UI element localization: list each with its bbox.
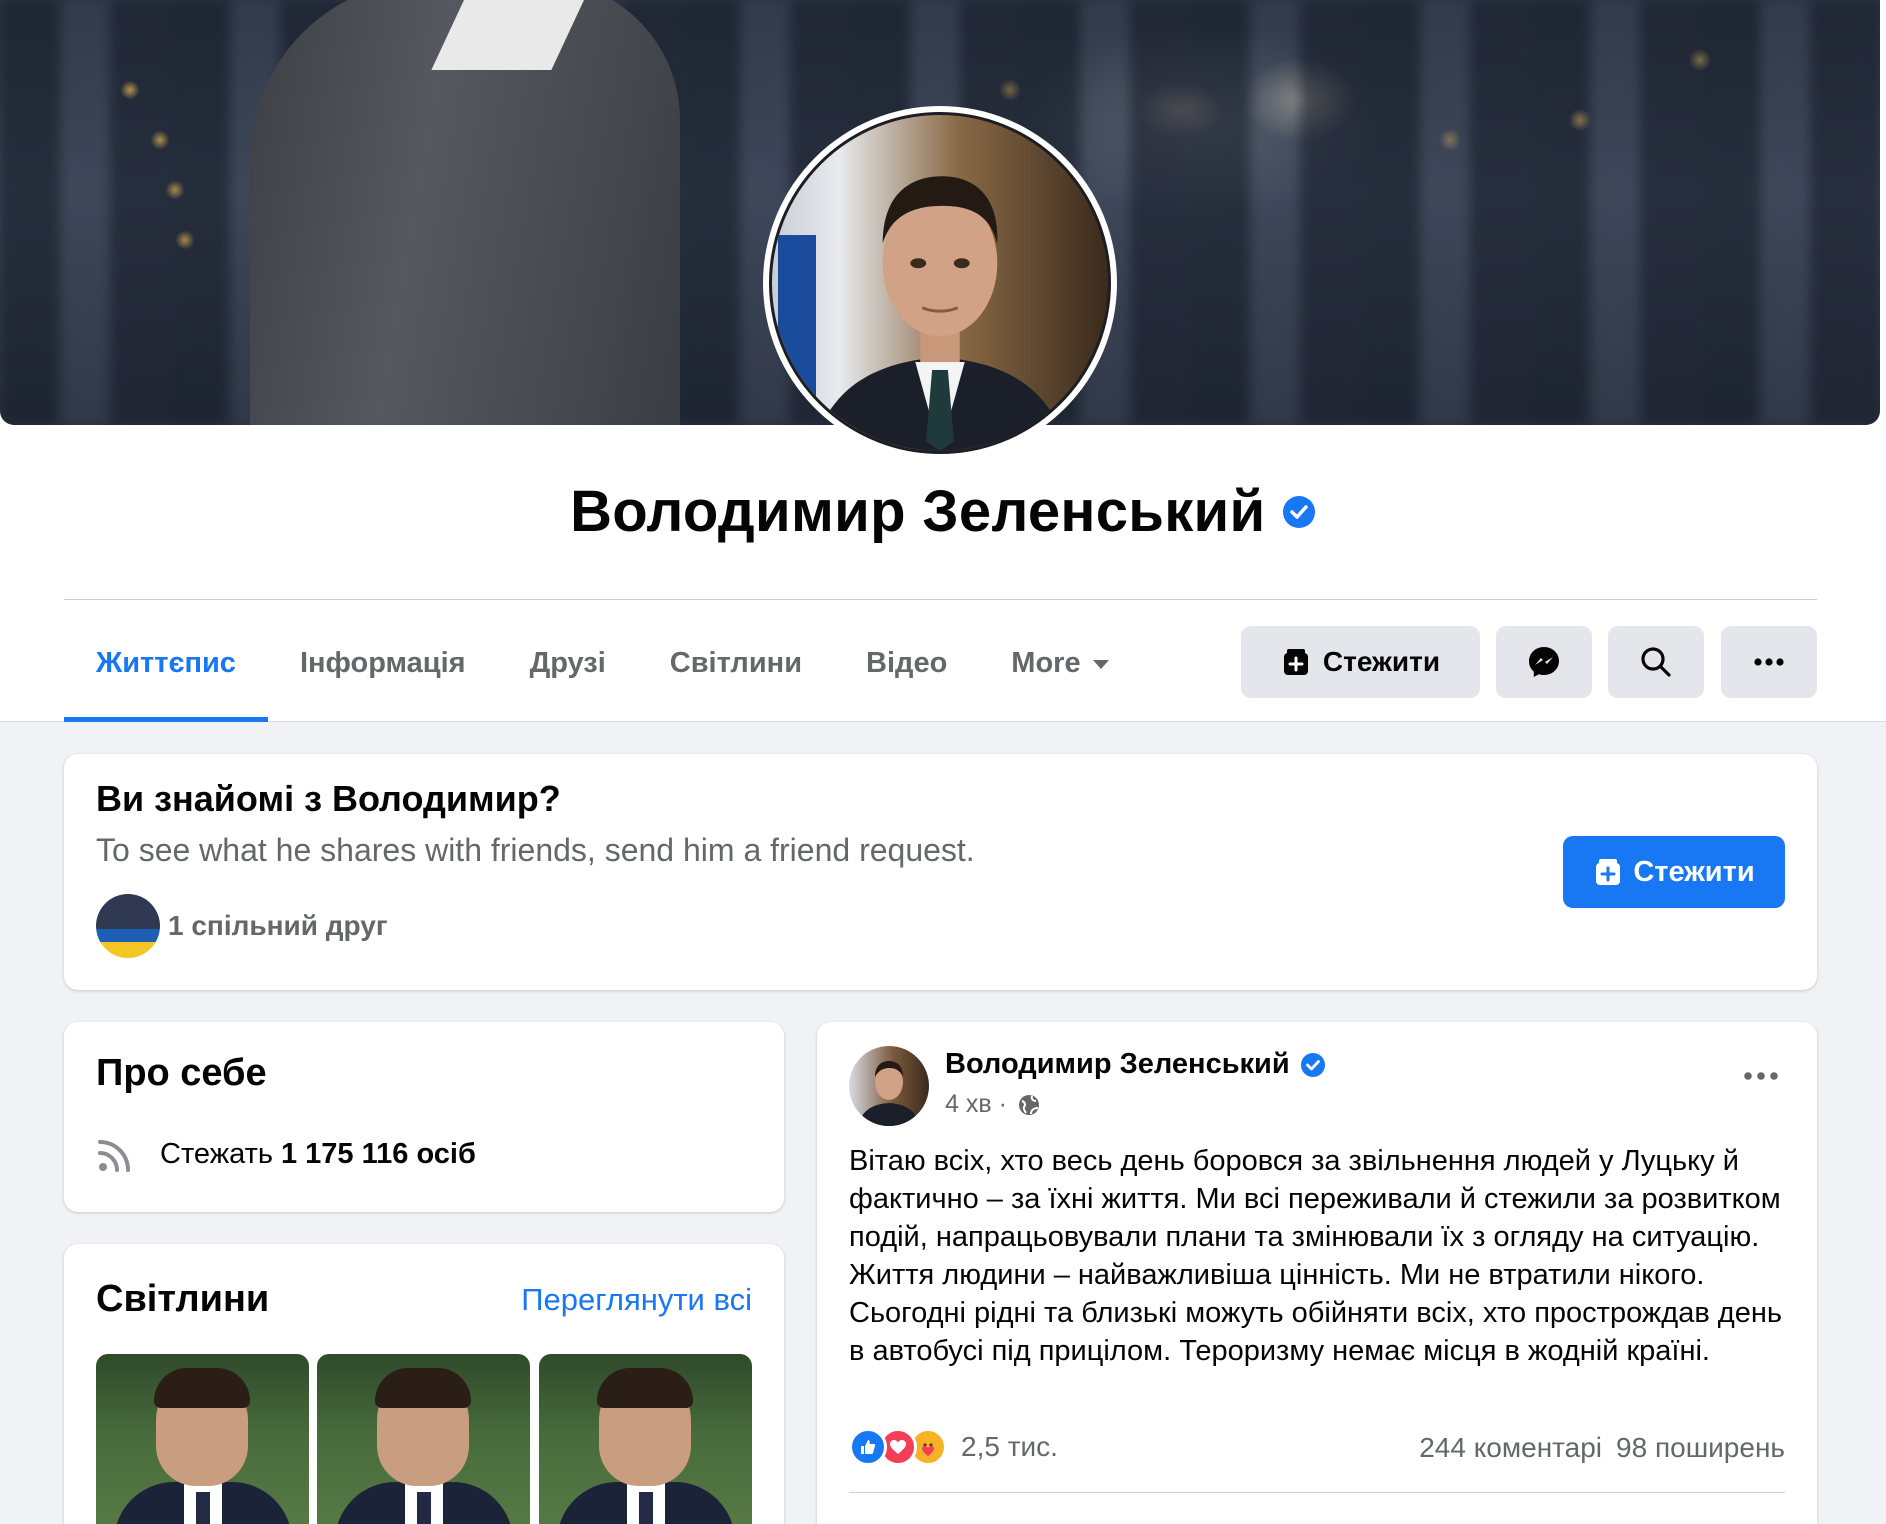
post-stats: 244 коментарі 98 поширень	[1419, 1432, 1785, 1464]
photo-thumbnail[interactable]	[317, 1354, 530, 1524]
post-meta: 4 хв ·	[945, 1090, 1041, 1119]
profile-name: Володимир Зеленський	[570, 479, 1266, 544]
post-time[interactable]: 4 хв ·	[945, 1090, 1007, 1119]
more-icon	[1754, 658, 1784, 666]
more-options-button[interactable]	[1721, 626, 1817, 698]
follow-icon	[1596, 859, 1621, 885]
tab-timeline[interactable]: Життєпис	[64, 626, 268, 722]
search-button[interactable]	[1608, 626, 1704, 698]
messenger-button[interactable]	[1496, 626, 1592, 698]
post-divider	[849, 1492, 1785, 1493]
photos-card: Світлини Переглянути всі	[64, 1244, 784, 1524]
followers-count: 1 175 116 осіб	[280, 1137, 476, 1170]
rss-followers-icon	[98, 1140, 130, 1172]
know-card-follow-button[interactable]: Стежити	[1563, 836, 1785, 908]
tab-photos[interactable]: Світлини	[638, 626, 834, 722]
like-reaction-icon	[849, 1428, 887, 1466]
follow-button-label: Стежити	[1322, 646, 1441, 677]
post-avatar-portrait	[857, 1061, 921, 1126]
post-text: Вітаю всіх, хто весь день боровся за зві…	[849, 1145, 1782, 1367]
see-all-photos-link[interactable]: Переглянути всі	[521, 1282, 752, 1318]
post-author[interactable]: Володимир Зеленський	[945, 1048, 1326, 1081]
photo-thumbnail[interactable]	[96, 1354, 309, 1524]
reactions-summary[interactable]: 2,5 тис.	[849, 1428, 1058, 1466]
reactions-count: 2,5 тис.	[961, 1431, 1058, 1462]
tab-more[interactable]: More	[979, 626, 1140, 722]
mutual-friends-label: 1 спільний друг	[168, 910, 388, 941]
know-person-card: Ви знайомі з Володимир? To see what he s…	[64, 754, 1817, 990]
shares-count[interactable]: 98 поширень	[1616, 1432, 1785, 1463]
profile-picture[interactable]	[763, 106, 1117, 460]
comments-count[interactable]: 244 коментарі	[1419, 1432, 1602, 1463]
followers-prefix: Стежать	[160, 1137, 273, 1170]
globe-icon	[1018, 1094, 1039, 1115]
post-card: Володимир Зеленський 4 хв · Вітаю всіх, …	[817, 1022, 1817, 1524]
tab-videos[interactable]: Відео	[834, 626, 979, 722]
more-icon	[1744, 1072, 1778, 1080]
portrait-illustration	[811, 176, 1069, 451]
know-card-subtitle: To see what he shares with friends, send…	[96, 832, 975, 868]
post-author-name: Володимир Зеленський	[945, 1048, 1290, 1080]
profile-picture-image	[769, 112, 1111, 454]
post-options-button[interactable]	[1737, 1064, 1785, 1088]
know-card-title: Ви знайомі з Володимир?	[96, 778, 561, 819]
profile-name-row: Володимир Зеленський	[0, 478, 1886, 545]
know-card-follow-label: Стежити	[1633, 855, 1755, 888]
tab-about[interactable]: Інформація	[268, 626, 498, 722]
mutual-friend-avatar[interactable]	[96, 894, 160, 958]
followers-row: Стежать 1 175 116 осіб	[96, 1134, 476, 1174]
photo-thumbnail[interactable]	[539, 1354, 752, 1524]
verified-badge-icon	[1282, 495, 1315, 528]
follow-icon	[1283, 649, 1308, 675]
header-divider	[64, 599, 1817, 600]
about-card: Про себе Стежать 1 175 116 осіб	[64, 1022, 784, 1212]
profile-tabs: Життєпис Інформація Друзі Світлини Відео…	[64, 626, 1141, 722]
verified-badge-icon	[1300, 1052, 1325, 1077]
messenger-icon	[1529, 647, 1559, 677]
search-icon	[1641, 647, 1671, 677]
mutual-friends[interactable]: 1 спільний друг	[96, 894, 387, 958]
tab-friends[interactable]: Друзі	[498, 626, 638, 722]
photos-title: Світлини	[96, 1278, 270, 1320]
post-author-avatar[interactable]	[849, 1046, 929, 1126]
about-title: Про себе	[96, 1052, 267, 1094]
follow-button[interactable]: Стежити	[1241, 626, 1480, 698]
caret-down-icon	[1092, 659, 1109, 669]
